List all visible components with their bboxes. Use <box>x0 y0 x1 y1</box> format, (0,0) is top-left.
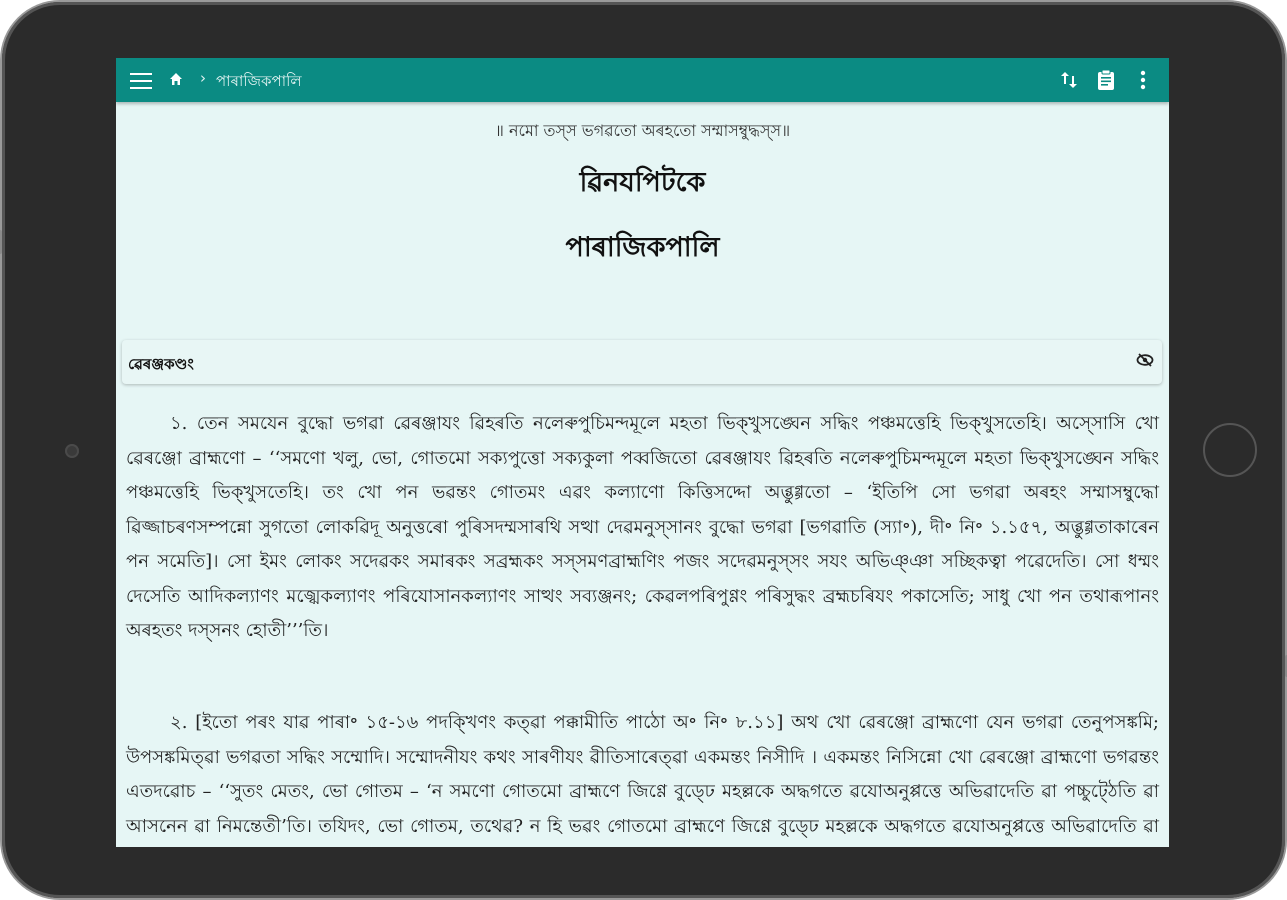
camera <box>65 444 79 458</box>
chapter-title: ৱেৰঞ্জকণ্ডং <box>128 355 194 373</box>
menu-icon[interactable] <box>130 73 152 89</box>
side-button-left <box>0 230 2 254</box>
paragraph-1: ১. তেন সমযেন বুদ্ধো ভগৱা ৱেৰঞ্জাযং ৱিহৰত… <box>126 413 1159 641</box>
paragraph-2: ২. [ইতো পৰং যাৱ পাৰা॰ ১৫-১৬ পদক্খিণং কত্… <box>126 712 1159 837</box>
book-subtitle: পাৰাজিকপালি <box>565 232 720 263</box>
breadcrumb[interactable]: পাৰাজিকপালি <box>216 70 302 95</box>
breadcrumb-separator: › <box>200 69 206 87</box>
eye-off-icon[interactable] <box>1136 353 1154 367</box>
namo-line: ॥ নমো তস্স ভগৱতো অৰহতো সম্মাসম্বুদ্ধস্স॥ <box>494 121 791 140</box>
reader-content: ॥ নমো তস্স ভগৱতো অৰহতো সম্মাসম্বুদ্ধস্স॥… <box>116 102 1169 837</box>
app-bar: › পাৰাজিকপালি <box>116 58 1169 102</box>
app-screen: › পাৰাজিকপালি ॥ নমো তস্স ভগৱতো অৰহতো সম্… <box>116 58 1169 847</box>
chapter-header[interactable]: ৱেৰঞ্জকণ্ডং <box>122 340 1162 384</box>
home-icon[interactable] <box>168 71 184 87</box>
clipboard-icon[interactable] <box>1096 69 1116 91</box>
book-title: ৱিনযপিটকে <box>579 167 706 198</box>
swap-vert-icon[interactable] <box>1060 70 1078 90</box>
more-vert-icon[interactable] <box>1138 69 1148 91</box>
home-hardware-button[interactable] <box>1203 423 1257 477</box>
